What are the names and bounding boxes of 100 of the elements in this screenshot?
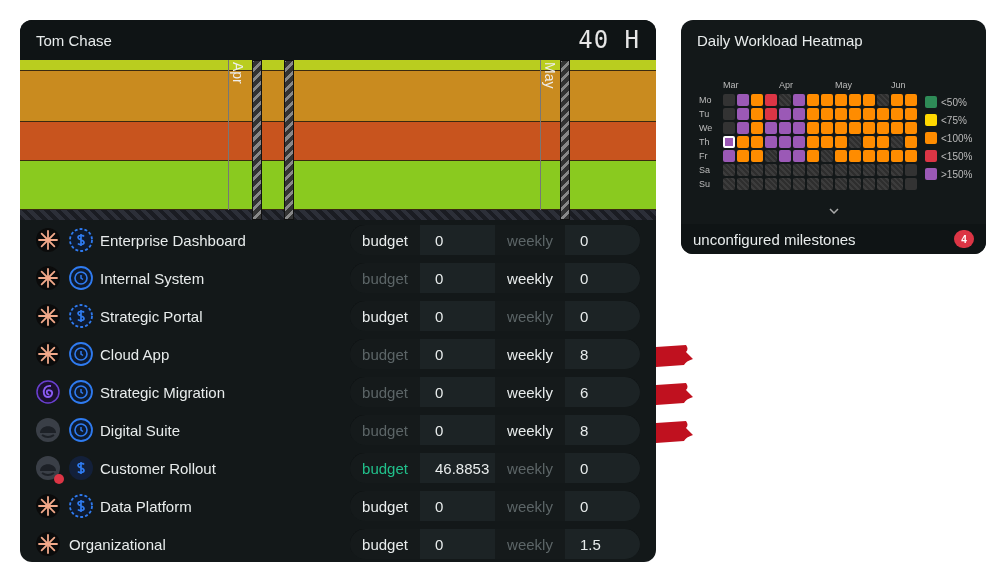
weekly-value[interactable]: 0 (565, 263, 640, 293)
weekly-toggle[interactable]: weekly (495, 339, 565, 369)
heatmap-cell[interactable] (821, 178, 833, 190)
heatmap-cell[interactable] (891, 108, 903, 120)
heatmap-cell[interactable] (751, 122, 763, 134)
budget-value[interactable]: 0 (420, 263, 495, 293)
heatmap-cell[interactable] (891, 136, 903, 148)
heatmap-cell[interactable] (751, 150, 763, 162)
chevron-down-icon[interactable] (828, 208, 839, 214)
budget-value[interactable]: 0 (420, 529, 495, 559)
budget-value[interactable]: 0 (420, 225, 495, 255)
budget-toggle[interactable]: budget (350, 491, 420, 521)
heatmap-cell[interactable] (737, 94, 749, 106)
heatmap-cell[interactable] (737, 122, 749, 134)
heatmap-cell[interactable] (765, 178, 777, 190)
heatmap-cell[interactable] (723, 150, 735, 162)
heatmap-cell[interactable] (765, 122, 777, 134)
heatmap-cell[interactable] (835, 150, 847, 162)
heatmap-cell[interactable] (723, 136, 735, 148)
heatmap-cell[interactable] (723, 108, 735, 120)
heatmap-cell[interactable] (793, 136, 805, 148)
heatmap-cell[interactable] (793, 108, 805, 120)
budget-toggle[interactable]: budget (350, 529, 420, 559)
allocation-control[interactable]: budget 0 weekly 0 (350, 263, 640, 293)
heatmap-cell[interactable] (751, 94, 763, 106)
heatmap-cell[interactable] (779, 164, 791, 176)
heatmap-cell[interactable] (891, 164, 903, 176)
budget-value[interactable]: 46.8853 (420, 453, 495, 483)
heatmap-cell[interactable] (807, 178, 819, 190)
allocation-control[interactable]: budget 46.8853 weekly 0 (350, 453, 640, 483)
heatmap-cell[interactable] (751, 164, 763, 176)
heatmap-cell[interactable] (849, 94, 861, 106)
heatmap-cell[interactable] (807, 164, 819, 176)
allocation-control[interactable]: budget 0 weekly 8 (350, 339, 640, 369)
budget-toggle[interactable]: budget (350, 301, 420, 331)
heatmap-cell[interactable] (779, 150, 791, 162)
heatmap-cell[interactable] (821, 94, 833, 106)
heatmap-cell[interactable] (751, 136, 763, 148)
weekly-value[interactable]: 0 (565, 491, 640, 521)
heatmap-cell[interactable] (737, 136, 749, 148)
weekly-value[interactable]: 1.5 (565, 529, 640, 559)
heatmap-cell[interactable] (877, 94, 889, 106)
heatmap-cell[interactable] (835, 94, 847, 106)
heatmap-cell[interactable] (835, 136, 847, 148)
budget-value[interactable]: 0 (420, 415, 495, 445)
weekly-value[interactable]: 8 (565, 339, 640, 369)
heatmap-cell[interactable] (765, 108, 777, 120)
weekly-value[interactable]: 0 (565, 301, 640, 331)
heatmap-cell[interactable] (821, 164, 833, 176)
weekly-toggle[interactable]: weekly (495, 415, 565, 445)
heatmap-cell[interactable] (737, 164, 749, 176)
heatmap-cell[interactable] (793, 94, 805, 106)
heatmap-cell[interactable] (877, 108, 889, 120)
heatmap-cell[interactable] (807, 108, 819, 120)
allocation-control[interactable]: budget 0 weekly 0 (350, 491, 640, 521)
heatmap-cell[interactable] (821, 150, 833, 162)
heatmap-cell[interactable] (779, 108, 791, 120)
allocation-control[interactable]: budget 0 weekly 8 (350, 415, 640, 445)
heatmap-cell[interactable] (891, 94, 903, 106)
heatmap-cell[interactable] (849, 122, 861, 134)
heatmap-cell[interactable] (877, 136, 889, 148)
heatmap-cell[interactable] (877, 178, 889, 190)
heatmap-cell[interactable] (891, 150, 903, 162)
weekly-toggle[interactable]: weekly (495, 263, 565, 293)
heatmap-cell[interactable] (863, 108, 875, 120)
heatmap-cell[interactable] (723, 164, 735, 176)
milestones-label[interactable]: unconfigured milestones (693, 230, 856, 248)
heatmap-cell[interactable] (905, 108, 917, 120)
heatmap-cell[interactable] (793, 122, 805, 134)
heatmap-cell[interactable] (863, 136, 875, 148)
weekly-value[interactable]: 0 (565, 225, 640, 255)
heatmap-cell[interactable] (765, 94, 777, 106)
heatmap-cell[interactable] (765, 150, 777, 162)
allocation-control[interactable]: budget 0 weekly 1.5 (350, 529, 640, 559)
heatmap-cell[interactable] (849, 136, 861, 148)
heatmap-cell[interactable] (807, 122, 819, 134)
weekly-value[interactable]: 6 (565, 377, 640, 407)
heatmap-cell[interactable] (905, 94, 917, 106)
heatmap-cell[interactable] (863, 178, 875, 190)
heatmap-cell[interactable] (779, 136, 791, 148)
heatmap-cell[interactable] (779, 94, 791, 106)
heatmap-cell[interactable] (779, 178, 791, 190)
heatmap-cell[interactable] (835, 108, 847, 120)
heatmap-cell[interactable] (793, 150, 805, 162)
heatmap-cell[interactable] (793, 178, 805, 190)
heatmap-cell[interactable] (835, 164, 847, 176)
heatmap-cell[interactable] (891, 178, 903, 190)
heatmap-cell[interactable] (807, 136, 819, 148)
heatmap-cell[interactable] (891, 122, 903, 134)
budget-toggle[interactable]: budget (350, 225, 420, 255)
heatmap-cell[interactable] (849, 150, 861, 162)
budget-value[interactable]: 0 (420, 491, 495, 521)
heatmap-cell[interactable] (905, 164, 917, 176)
heatmap-cell[interactable] (835, 178, 847, 190)
budget-toggle[interactable]: budget (350, 453, 420, 483)
allocation-control[interactable]: budget 0 weekly 6 (350, 377, 640, 407)
weekly-value[interactable]: 8 (565, 415, 640, 445)
heatmap-cell[interactable] (835, 122, 847, 134)
allocation-control[interactable]: budget 0 weekly 0 (350, 225, 640, 255)
heatmap-cell[interactable] (723, 94, 735, 106)
